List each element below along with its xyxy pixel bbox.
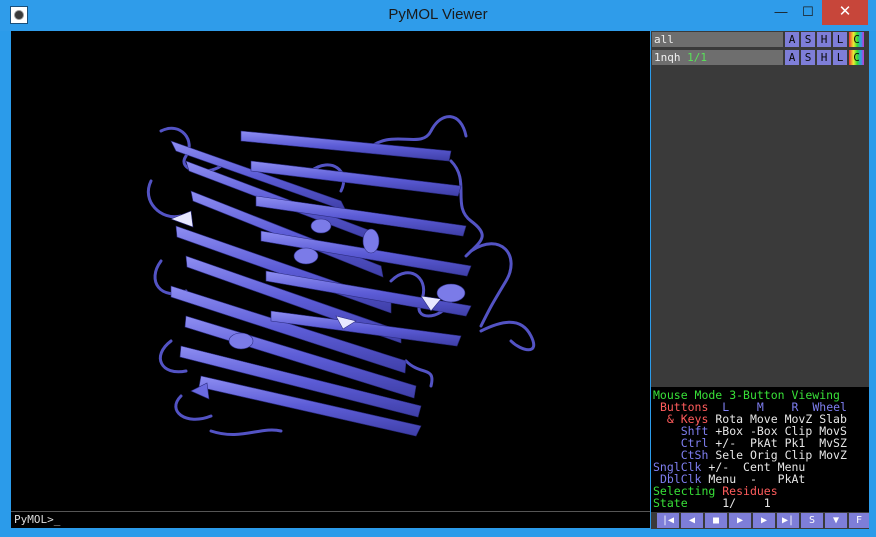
show-button[interactable]: S [801,50,816,65]
label-button[interactable]: L [833,50,848,65]
title-bar: PyMOL Viewer — ☐ ✕ [0,0,876,31]
end-button[interactable]: ▶| [777,513,799,528]
color-button[interactable]: C [849,32,865,47]
helix-segment [362,228,380,254]
beta-strand [250,160,462,197]
loop-strand [469,242,513,328]
command-line-input[interactable]: PyMOL>_ [11,511,650,528]
playback-controls: |◀ ◀ ■ ▶ ▶ ▶| S ▼ F [651,512,869,529]
stop-button[interactable]: ■ [705,513,727,528]
helix-segment [436,283,466,303]
color-button[interactable]: C [849,50,865,65]
minimize-button[interactable]: — [768,0,794,25]
object-name-all[interactable]: all [652,32,783,47]
window-bottom-border [0,529,876,537]
action-button[interactable]: A [785,32,800,47]
mouse-mode-panel[interactable]: Mouse Mode 3-Button Viewing Buttons L M … [651,387,869,512]
protein-ribbon-render [146,115,535,437]
helix-segment [293,247,319,265]
object-name-1nqh[interactable]: 1nqh 1/1 [652,50,783,65]
label-button[interactable]: L [833,32,848,47]
loop-strand [479,320,535,352]
beta-strand [240,130,452,162]
step-forward-button[interactable]: ▶ [753,513,775,528]
hide-button[interactable]: H [817,50,832,65]
maximize-button[interactable]: ☐ [794,0,822,25]
molecule-viewport[interactable] [11,31,650,511]
window-title: PyMOL Viewer [388,6,488,23]
play-button[interactable]: ▶ [729,513,751,528]
loop-strand [146,179,183,219]
helix-segment [310,218,332,234]
loop-strand [449,159,484,258]
object-panel: all A S H L C 1nqh 1/1 A S H L C Mouse M… [651,31,869,529]
helix-segment [228,332,254,350]
state-readout: State 1/ 1 [653,496,771,510]
object-row-all[interactable]: all A S H L C [651,31,869,47]
close-button[interactable]: ✕ [822,0,868,25]
show-button[interactable]: S [801,32,816,47]
rewind-button[interactable]: |◀ [657,513,679,528]
menu-button[interactable]: ▼ [825,513,847,528]
action-button[interactable]: A [785,50,800,65]
loop-strand [153,259,188,296]
object-state: 1/1 [687,51,707,64]
step-back-button[interactable]: ◀ [681,513,703,528]
loop-strand [404,359,434,388]
loop-strand [174,394,213,421]
fullscreen-button[interactable]: F [849,513,869,528]
scene-button[interactable]: S [801,513,823,528]
strand-arrow-head [170,210,194,228]
loop-strand [209,428,283,436]
object-row-1nqh[interactable]: 1nqh 1/1 A S H L C [651,49,869,65]
hide-button[interactable]: H [817,32,832,47]
